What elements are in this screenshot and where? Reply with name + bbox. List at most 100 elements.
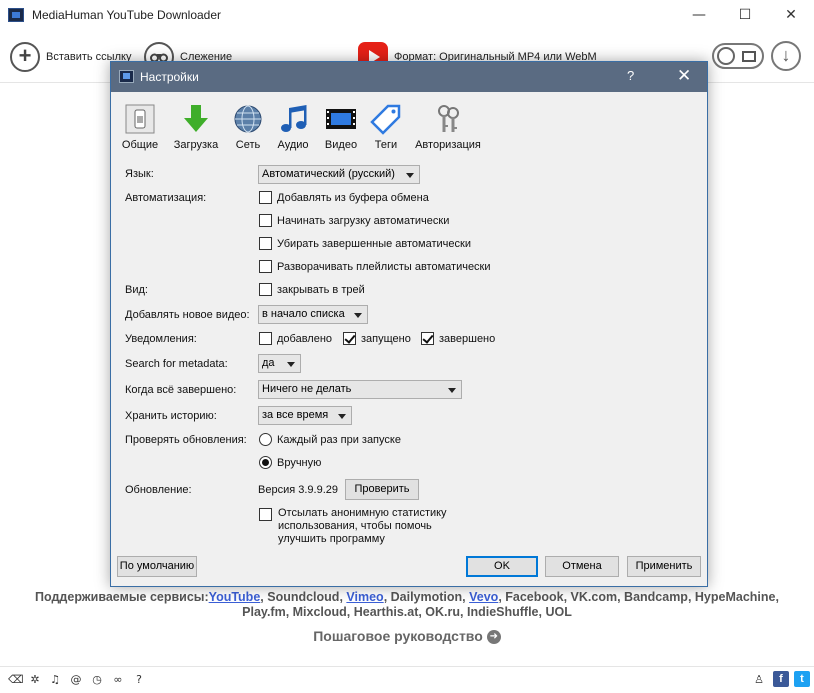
- notify-added-checkbox[interactable]: добавлено: [259, 332, 332, 345]
- tab-network[interactable]: Сеть: [231, 103, 265, 151]
- ok-button[interactable]: OK: [466, 556, 538, 577]
- when-done-label: Когда всё завершено:: [125, 384, 237, 396]
- update-on-start-label: Каждый раз при запуске: [277, 433, 401, 446]
- add-new-video-select[interactable]: в начало списка: [258, 305, 368, 324]
- maximize-button[interactable]: ☐: [722, 0, 768, 31]
- language-select[interactable]: Автоматический (русский): [258, 165, 420, 184]
- version-text: Версия 3.9.9.29: [258, 484, 338, 496]
- tab-tags[interactable]: Теги: [369, 103, 403, 151]
- when-done-select[interactable]: Ничего не делать: [258, 380, 462, 399]
- notify-added-label: добавлено: [277, 332, 333, 345]
- update-manual-label: Вручную: [277, 456, 322, 469]
- tab-video[interactable]: Видео: [323, 103, 359, 151]
- download-all-button[interactable]: ↓: [771, 41, 801, 71]
- apply-button[interactable]: Применить: [627, 556, 701, 577]
- history-label: Хранить историю:: [125, 410, 217, 422]
- person-icon[interactable]: ♙: [752, 673, 766, 687]
- general-icon: [124, 103, 156, 135]
- vevo-link[interactable]: Vevo: [469, 590, 498, 604]
- checkbox-box: [259, 283, 272, 296]
- defaults-button[interactable]: По умолчанию: [117, 556, 197, 577]
- supported-services: Поддерживаемые сервисы:YouTube, Soundclo…: [0, 590, 814, 620]
- gear-icon[interactable]: ✲: [28, 673, 42, 687]
- plus-icon: +: [10, 42, 40, 72]
- language-label: Язык:: [125, 168, 154, 180]
- close-button[interactable]: ✕: [768, 0, 814, 31]
- automation-label: Автоматизация:: [125, 192, 207, 204]
- film-icon: [742, 51, 756, 62]
- checkbox-checked: [343, 332, 356, 345]
- chevron-down-icon: [354, 313, 362, 318]
- cancel-button[interactable]: Отмена: [545, 556, 619, 577]
- auto-start-checkbox[interactable]: Начинать загрузку автоматически: [259, 214, 449, 227]
- video-mode-toggle[interactable]: [712, 43, 764, 69]
- music-note-icon: [277, 103, 309, 135]
- auto-expand-playlists-checkbox[interactable]: Разворачивать плейлисты автоматически: [259, 260, 491, 273]
- tab-authorization[interactable]: Авторизация: [411, 103, 485, 151]
- step-by-step-guide-link[interactable]: Пошаговое руководство ➜: [0, 628, 814, 645]
- broom-icon[interactable]: ⌫: [8, 673, 24, 687]
- status-bar: ⌫ ✲ ♫ @ ◷ ∞ ? ♙ f t: [0, 666, 814, 693]
- binoculars-small-icon[interactable]: ∞: [111, 673, 125, 687]
- auto-expand-label: Разворачивать плейлисты автоматически: [277, 260, 491, 273]
- metadata-select[interactable]: да: [258, 354, 301, 373]
- twitter-icon[interactable]: t: [794, 671, 810, 687]
- chevron-down-icon: [406, 173, 414, 178]
- auto-start-label: Начинать загрузку автоматически: [277, 214, 450, 227]
- dialog-help-button[interactable]: ?: [627, 68, 634, 83]
- tab-download[interactable]: Загрузка: [171, 103, 221, 151]
- auto-clipboard-checkbox[interactable]: Добавлять из буфера обмена: [259, 191, 429, 204]
- tab-download-label: Загрузка: [173, 139, 219, 151]
- help-icon[interactable]: ?: [132, 673, 146, 687]
- update-manual-radio[interactable]: Вручную: [259, 456, 321, 469]
- checkbox-box: [259, 214, 272, 227]
- update-on-start-radio[interactable]: Каждый раз при запуске: [259, 433, 401, 446]
- tab-general[interactable]: Общие: [121, 103, 159, 151]
- radio-selected: [259, 456, 272, 469]
- services-line-2: Play.fm, Mixcloud, Hearthis.at, OK.ru, I…: [242, 605, 572, 619]
- facebook-icon[interactable]: f: [773, 671, 789, 687]
- minimize-to-tray-checkbox[interactable]: закрывать в трей: [259, 283, 365, 296]
- dialog-close-button[interactable]: ✕: [677, 66, 691, 86]
- send-stats-checkbox[interactable]: Отсылать анонимную статистику использова…: [259, 507, 447, 546]
- metadata-label: Search for metadata:: [125, 358, 228, 370]
- send-stats-line-1: Отсылать анонимную статистику: [278, 507, 447, 519]
- tab-audio-label: Аудио: [277, 139, 309, 151]
- checkbox-box: [259, 191, 272, 204]
- guide-label: Пошаговое руководство: [313, 628, 483, 644]
- download-arrow-icon: [180, 103, 212, 135]
- tab-tags-label: Теги: [374, 139, 398, 151]
- notify-finished-checkbox[interactable]: завершено: [421, 332, 495, 345]
- minimize-button[interactable]: —: [676, 0, 722, 31]
- services-text-1: , Soundcloud,: [260, 590, 347, 604]
- film-icon: [325, 103, 357, 135]
- check-update-button[interactable]: Проверить: [345, 479, 419, 500]
- services-text-2: , Dailymotion,: [383, 590, 470, 604]
- view-label: Вид:: [125, 284, 148, 296]
- chevron-down-icon: [287, 362, 295, 367]
- notify-started-checkbox[interactable]: запущено: [343, 332, 411, 345]
- tag-icon: [370, 103, 402, 135]
- clock-icon[interactable]: ◷: [90, 673, 104, 687]
- add-new-video-label: Добавлять новое видео:: [125, 309, 250, 321]
- history-value: за все время: [262, 409, 329, 421]
- services-prefix: Поддерживаемые сервисы:: [35, 590, 209, 604]
- youtube-link[interactable]: YouTube: [209, 590, 261, 604]
- dialog-app-icon: [119, 70, 134, 83]
- metadata-value: да: [262, 357, 275, 369]
- checkbox-box: [259, 237, 272, 250]
- add-new-video-value: в начало списка: [262, 308, 345, 320]
- services-text-3: , Facebook, VK.com, Bandcamp, HypeMachin…: [498, 590, 779, 604]
- vimeo-link[interactable]: Vimeo: [346, 590, 383, 604]
- checkbox-box: [259, 260, 272, 273]
- tab-video-label: Видео: [324, 139, 358, 151]
- history-select[interactable]: за все время: [258, 406, 352, 425]
- tab-authorization-label: Авторизация: [415, 139, 481, 151]
- tab-audio[interactable]: Аудио: [275, 103, 311, 151]
- snail-icon[interactable]: @: [69, 673, 83, 687]
- chevron-down-icon: [338, 414, 346, 419]
- app-titlebar: MediaHuman YouTube Downloader — ☐ ✕: [0, 0, 814, 31]
- music-icon[interactable]: ♫: [48, 673, 62, 687]
- app-logo-icon: [8, 8, 24, 22]
- auto-remove-checkbox[interactable]: Убирать завершенные автоматически: [259, 237, 471, 250]
